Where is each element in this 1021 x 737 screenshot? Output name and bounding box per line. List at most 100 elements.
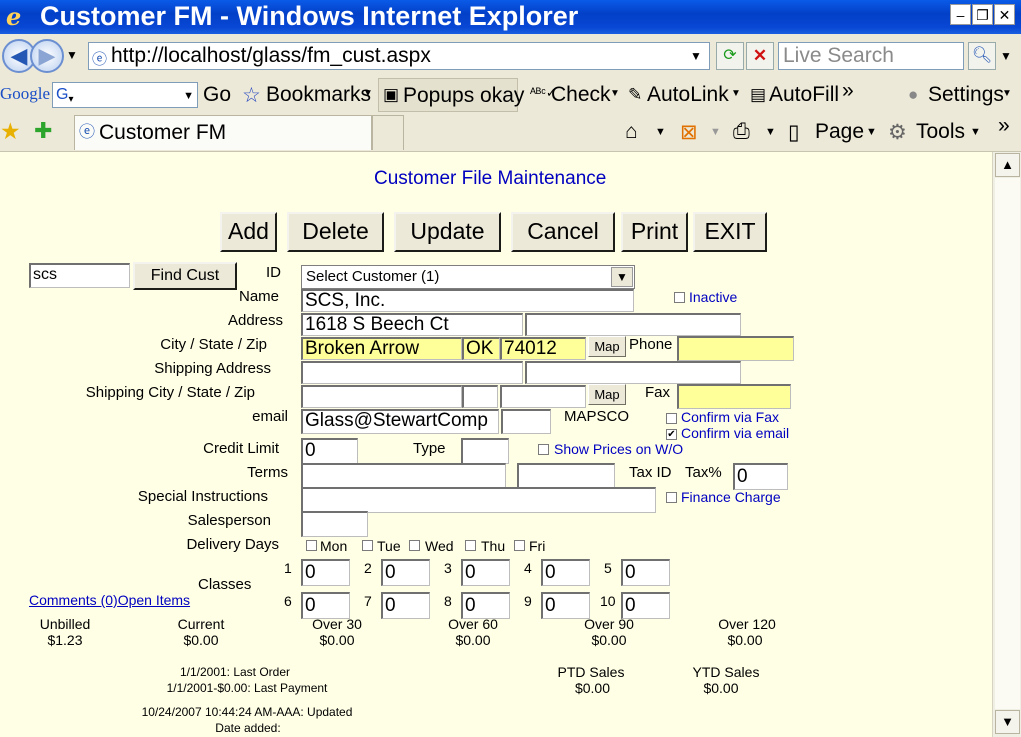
class-field-1[interactable]: 0 xyxy=(301,559,350,586)
close-window-button[interactable]: ✕ xyxy=(994,4,1015,25)
tax-percent-field[interactable]: 0 xyxy=(733,463,788,490)
special-instructions-field[interactable] xyxy=(301,487,656,513)
class-field-6[interactable]: 0 xyxy=(301,592,350,619)
settings-menu[interactable]: Settings xyxy=(928,83,1004,107)
class-field-9[interactable]: 0 xyxy=(541,592,590,619)
command-more-button[interactable]: » xyxy=(998,114,1010,138)
toolbar-more-button[interactable]: » xyxy=(842,79,854,103)
finance-charge-checkbox[interactable] xyxy=(666,492,677,503)
customer-select[interactable]: Select Customer (1) ▼ xyxy=(301,265,635,289)
inactive-checkbox[interactable] xyxy=(674,292,685,303)
class-field-3[interactable]: 0 xyxy=(461,559,510,586)
class-field-8[interactable]: 0 xyxy=(461,592,510,619)
search-options-icon[interactable]: ▼ xyxy=(1000,49,1012,63)
feeds-dropdown-icon[interactable]: ▼ xyxy=(710,126,721,138)
home-icon[interactable]: ⌂ xyxy=(625,120,638,144)
bookmarks-dropdown-icon[interactable]: ▼ xyxy=(363,88,373,99)
address2-field[interactable] xyxy=(525,313,741,336)
history-dropdown-icon[interactable]: ▼ xyxy=(66,48,78,62)
class-field-2[interactable]: 0 xyxy=(381,559,430,586)
shipping-city-field[interactable] xyxy=(301,385,462,408)
restore-button[interactable]: ❐ xyxy=(972,4,993,25)
favorites-star-icon[interactable]: ★ xyxy=(0,118,21,145)
type-field[interactable] xyxy=(461,438,509,464)
mapsco-field[interactable] xyxy=(501,409,551,434)
class-field-10[interactable]: 0 xyxy=(621,592,670,619)
refresh-icon[interactable]: ⟳ xyxy=(716,42,744,70)
city-field[interactable]: Broken Arrow xyxy=(301,337,462,360)
confirm-fax-checkbox[interactable] xyxy=(666,413,677,424)
go-button[interactable]: Go xyxy=(203,83,231,107)
print-icon[interactable]: ⎙ xyxy=(733,120,750,144)
new-tab-button[interactable] xyxy=(372,115,404,150)
tools-dropdown-icon[interactable]: ▼ xyxy=(970,126,981,138)
update-button[interactable]: Update xyxy=(394,212,501,252)
tab-customer-fm[interactable]: ⓔ Customer FM xyxy=(74,115,372,150)
autolink-dropdown-icon[interactable]: ▼ xyxy=(731,88,741,99)
url-dropdown-icon[interactable]: ▼ xyxy=(690,49,702,63)
class-field-7[interactable]: 0 xyxy=(381,592,430,619)
comments-link[interactable]: Comments (0) xyxy=(29,592,118,608)
address-field[interactable]: 1618 S Beech Ct xyxy=(301,313,523,336)
terms2-field[interactable] xyxy=(517,463,615,488)
check-menu[interactable]: Check xyxy=(551,83,611,107)
mon-checkbox[interactable] xyxy=(306,540,317,551)
zip-field[interactable]: 74012 xyxy=(500,337,586,360)
shipping-map-button[interactable]: Map xyxy=(588,384,626,405)
autolink-menu[interactable]: AutoLink xyxy=(647,83,729,107)
fax-field[interactable] xyxy=(677,384,791,409)
page-menu[interactable]: Page xyxy=(815,120,864,144)
home-dropdown-icon[interactable]: ▼ xyxy=(655,126,666,138)
find-customer-button[interactable]: Find Cust xyxy=(133,262,237,290)
add-button[interactable]: Add xyxy=(220,212,277,252)
state-field[interactable]: OK xyxy=(462,337,500,360)
print-dropdown-icon[interactable]: ▼ xyxy=(765,126,776,138)
shipping-address-field[interactable] xyxy=(301,361,523,384)
terms-field[interactable] xyxy=(301,463,506,488)
name-field[interactable]: SCS, Inc. xyxy=(301,289,634,312)
scroll-down-icon[interactable]: ▼ xyxy=(995,710,1020,734)
search-icon[interactable]: 🔍︎ xyxy=(968,42,996,70)
scroll-track[interactable] xyxy=(995,178,1020,709)
map-button[interactable]: Map xyxy=(588,336,626,357)
forward-button[interactable]: ▶ xyxy=(30,39,64,73)
popups-button[interactable]: ▣ Popups okay xyxy=(378,78,524,112)
shipping-address2-field[interactable] xyxy=(525,361,741,384)
fri-checkbox[interactable] xyxy=(514,540,525,551)
class-field-5[interactable]: 0 xyxy=(621,559,670,586)
minimize-button[interactable]: – xyxy=(950,4,971,25)
shipping-state-field[interactable] xyxy=(462,385,498,408)
cancel-button[interactable]: Cancel xyxy=(511,212,615,252)
stop-icon[interactable]: ✕ xyxy=(746,42,774,70)
class-field-4[interactable]: 0 xyxy=(541,559,590,586)
check-dropdown-icon[interactable]: ▼ xyxy=(610,88,620,99)
wed-checkbox[interactable] xyxy=(409,540,420,551)
salesperson-field[interactable] xyxy=(301,511,368,537)
credit-limit-field[interactable]: 0 xyxy=(301,438,358,464)
confirm-email-checkbox[interactable]: ✔ xyxy=(666,429,677,440)
scroll-up-icon[interactable]: ▲ xyxy=(995,153,1020,177)
feeds-icon[interactable]: ⊠ xyxy=(680,120,698,145)
find-customer-input[interactable]: scs xyxy=(29,263,130,288)
settings-dropdown-icon[interactable]: ▼ xyxy=(1002,88,1012,99)
add-favorites-icon[interactable]: ✚ xyxy=(34,118,52,144)
delete-button[interactable]: Delete xyxy=(287,212,384,252)
url-field[interactable]: ⓔ http://localhost/glass/fm_cust.aspx xyxy=(88,42,710,70)
vertical-scrollbar[interactable]: ▲ ▼ xyxy=(992,152,1021,737)
shipping-zip-field[interactable] xyxy=(500,385,586,408)
open-items-link[interactable]: Open Items xyxy=(118,592,190,608)
tools-menu[interactable]: Tools xyxy=(916,120,965,144)
bookmarks-menu[interactable]: Bookmarks xyxy=(266,83,371,107)
autofill-button[interactable]: AutoFill xyxy=(769,83,839,107)
search-input[interactable]: Live Search xyxy=(778,42,964,70)
exit-button[interactable]: EXIT xyxy=(693,212,767,252)
google-search-input[interactable]: G ▾ ▼ xyxy=(52,82,198,108)
phone-field[interactable] xyxy=(677,336,794,361)
chevron-down-icon[interactable]: ▼ xyxy=(611,267,633,287)
print-button[interactable]: Print xyxy=(621,212,688,252)
thu-checkbox[interactable] xyxy=(465,540,476,551)
show-prices-checkbox[interactable] xyxy=(538,444,549,455)
page-dropdown-icon[interactable]: ▼ xyxy=(866,126,877,138)
tue-checkbox[interactable] xyxy=(362,540,373,551)
email-field[interactable]: Glass@StewartComp xyxy=(301,409,499,434)
